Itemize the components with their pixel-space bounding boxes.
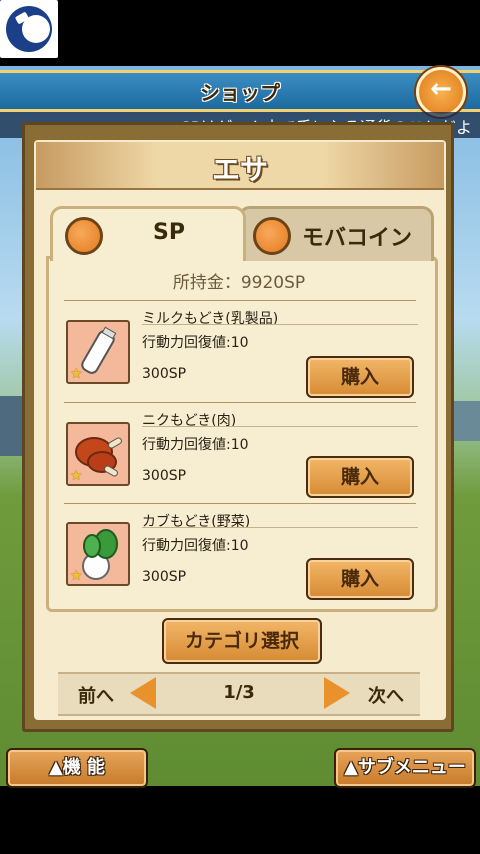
divider [64, 300, 416, 301]
function-button[interactable]: ▲機 能 [6, 748, 148, 788]
page-indicator: 1/3 [223, 682, 255, 703]
item-effect: 行動力回復値:10 [142, 538, 249, 554]
category-title: エサ [211, 153, 268, 186]
back-arrow-icon: ← [430, 74, 452, 104]
pagination: 前へ 1/3 次へ [58, 672, 420, 716]
item-price: 300SP [142, 569, 187, 585]
buy-button[interactable]: 購入 [306, 456, 414, 498]
star-icon: ★ [70, 568, 83, 584]
buy-button[interactable]: 購入 [306, 558, 414, 600]
divider [142, 324, 418, 325]
back-button[interactable]: ← [416, 67, 466, 117]
item-price: 300SP [142, 366, 187, 382]
buy-button[interactable]: 購入 [306, 356, 414, 398]
radio-icon [65, 217, 103, 255]
item-effect: 行動力回復値:10 [142, 437, 249, 453]
submenu-button[interactable]: ▲サブメニュー [334, 748, 476, 788]
title-bar: ショップ [0, 70, 480, 112]
divider [64, 402, 416, 403]
item-price: 300SP [142, 468, 187, 484]
tab-mobacoin[interactable]: モバコイン [238, 206, 434, 261]
star-icon: ★ [70, 468, 83, 484]
balance-text: 所持金：9920SP [172, 273, 306, 293]
page-title: ショップ [200, 81, 280, 105]
tab-sp[interactable]: SP [50, 206, 246, 261]
app-logo-icon [0, 0, 58, 58]
star-icon: ★ [70, 366, 83, 382]
divider [64, 503, 416, 504]
item-name: カブもどき(野菜) [142, 514, 251, 530]
next-arrow-icon[interactable] [324, 677, 350, 709]
milk-bottle-icon: ★ [66, 320, 130, 384]
radio-icon [253, 217, 291, 255]
item-name: ニクもどき(肉) [142, 413, 237, 429]
tab-label: SP [153, 220, 185, 245]
meat-icon: ★ [66, 422, 130, 486]
category-select-button[interactable]: カテゴリ選択 [162, 618, 322, 664]
divider [142, 426, 418, 427]
item-effect: 行動力回復値:10 [142, 335, 249, 351]
next-label[interactable]: 次へ [368, 682, 404, 708]
tab-label: モバコイン [301, 226, 412, 251]
divider [142, 527, 418, 528]
category-header: エサ [36, 142, 444, 190]
item-name: ミルクもどき(乳製品) [142, 311, 279, 327]
turnip-icon: ★ [66, 522, 130, 586]
